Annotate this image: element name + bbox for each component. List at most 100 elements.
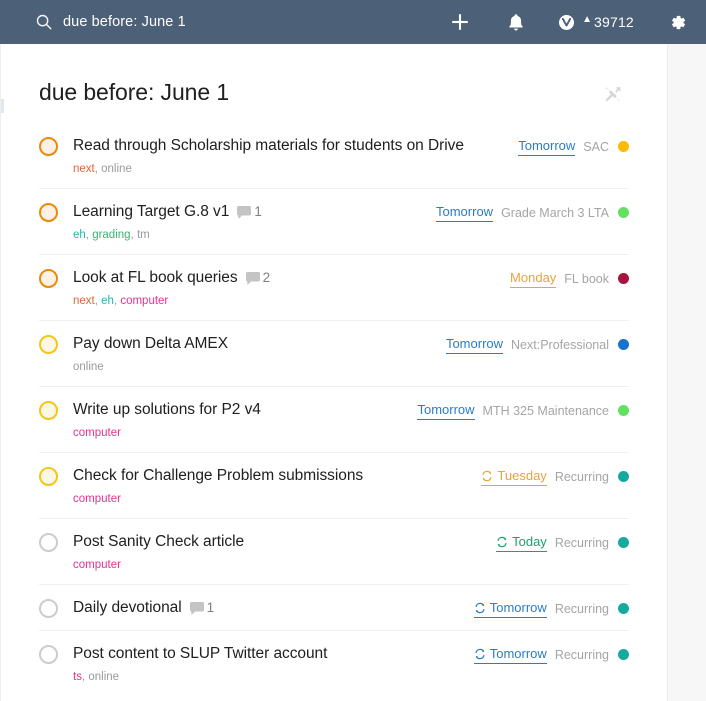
task-meta: Tomorrow Recurring (473, 599, 629, 618)
search-container[interactable] (36, 0, 363, 44)
task-row[interactable]: Learning Target G.8 v1 1 eh, grading, tm To… (39, 189, 629, 255)
task-project[interactable]: FL book (564, 272, 609, 286)
task-title[interactable]: Daily devotional (73, 598, 182, 618)
task-comments[interactable]: 1 (237, 205, 262, 219)
task-title[interactable]: Check for Challenge Problem submissions (73, 466, 363, 486)
karma-up-arrow: ▲ (582, 14, 592, 25)
task-body: Post Sanity Check article computer (58, 532, 496, 572)
task-due-date[interactable]: Tomorrow (473, 645, 547, 664)
task-project[interactable]: Grade March 3 LTA (501, 206, 609, 220)
task-row[interactable]: Look at FL book queries 2 next, eh, comput… (39, 255, 629, 321)
task-due-date[interactable]: Monday (510, 269, 557, 288)
task-label[interactable]: tm (137, 229, 150, 241)
task-due-date[interactable]: Tomorrow (518, 137, 576, 156)
task-due-date[interactable]: Tomorrow (417, 401, 475, 420)
task-label[interactable]: ts (73, 671, 82, 683)
task-meta: Tomorrow SAC (518, 137, 629, 156)
task-checkbox[interactable] (39, 599, 58, 618)
due-date-text: Tomorrow (417, 402, 475, 417)
scroll-indicator[interactable] (1, 99, 4, 113)
notifications-button[interactable] (488, 0, 544, 44)
due-date-text: Monday (510, 270, 557, 285)
task-checkbox[interactable] (39, 467, 58, 486)
comment-icon (245, 271, 260, 285)
task-title[interactable]: Read through Scholarship materials for s… (73, 136, 464, 156)
task-comments[interactable]: 1 (189, 600, 215, 616)
task-row[interactable]: Post content to SLUP Twitter account ts, … (39, 631, 629, 696)
task-title-row: Pay down Delta AMEX (73, 334, 436, 354)
project-color-dot (618, 339, 629, 350)
task-row[interactable]: Daily devotional 1 Tomorrow Recurring (39, 585, 629, 631)
task-due-date[interactable]: Tomorrow (436, 203, 494, 222)
task-title-row: Write up solutions for P2 v4 (73, 400, 407, 420)
karma-points: 39712 (593, 14, 634, 30)
task-project[interactable]: MTH 325 Maintenance (483, 404, 609, 418)
task-row[interactable]: Post Sanity Check article computer Today Re… (39, 519, 629, 585)
karma-icon (559, 14, 575, 30)
task-checkbox[interactable] (39, 269, 58, 288)
task-checkbox[interactable] (39, 203, 58, 222)
task-labels: computer (73, 492, 471, 506)
project-color-dot (618, 649, 629, 660)
task-comments[interactable]: 2 (245, 271, 270, 285)
task-title[interactable]: Pay down Delta AMEX (73, 334, 228, 354)
task-title[interactable]: Write up solutions for P2 v4 (73, 400, 261, 420)
task-checkbox[interactable] (39, 137, 58, 156)
task-row[interactable]: Read through Scholarship materials for s… (39, 123, 629, 189)
settings-button[interactable] (648, 0, 706, 44)
task-label[interactable]: next (73, 295, 95, 307)
task-checkbox[interactable] (39, 401, 58, 420)
task-project[interactable]: Recurring (555, 602, 609, 616)
task-project[interactable]: Recurring (555, 536, 609, 550)
task-due-date[interactable]: Today (496, 533, 547, 552)
content: due before: June 1 Read through Scholars… (1, 44, 667, 696)
task-project[interactable]: Recurring (555, 470, 609, 484)
recurring-icon (497, 536, 507, 547)
task-row[interactable]: Check for Challenge Problem submissions c… (39, 453, 629, 519)
task-checkbox[interactable] (39, 645, 58, 664)
task-project[interactable]: Recurring (555, 648, 609, 662)
due-date-text: Tomorrow (489, 646, 547, 661)
task-label[interactable]: eh (101, 295, 114, 307)
task-label[interactable]: online (88, 671, 119, 683)
karma-button[interactable]: ▲ 39712 (544, 0, 648, 44)
project-color-dot (618, 537, 629, 548)
content-panel: due before: June 1 Read through Scholars… (0, 44, 668, 701)
task-row[interactable]: Write up solutions for P2 v4 computer Tomo… (39, 387, 629, 453)
task-title[interactable]: Post Sanity Check article (73, 532, 244, 552)
due-date-text: Today (512, 534, 547, 549)
task-label[interactable]: computer (73, 493, 121, 505)
task-title[interactable]: Post content to SLUP Twitter account (73, 644, 327, 664)
task-title[interactable]: Learning Target G.8 v1 (73, 202, 229, 222)
task-checkbox[interactable] (39, 335, 58, 354)
task-label[interactable]: computer (120, 295, 168, 307)
task-label[interactable]: online (101, 163, 132, 175)
due-date-text: Tomorrow (436, 204, 494, 219)
task-checkbox[interactable] (39, 533, 58, 552)
task-due-date[interactable]: Tuesday (481, 467, 547, 486)
plus-icon (452, 14, 468, 30)
bell-icon (509, 13, 523, 30)
task-list: Read through Scholarship materials for s… (39, 123, 629, 696)
due-date-text: Tomorrow (445, 336, 504, 351)
task-labels: online (73, 360, 436, 374)
task-due-date[interactable]: Tomorrow (445, 335, 504, 354)
task-label[interactable]: eh (73, 229, 86, 241)
task-body: Read through Scholarship materials for s… (58, 136, 518, 176)
task-label[interactable]: computer (73, 559, 121, 571)
task-project[interactable]: Next:Professional (511, 338, 609, 352)
task-label[interactable]: next (73, 163, 95, 175)
add-task-button[interactable] (432, 0, 488, 44)
tools-icon[interactable] (603, 84, 623, 104)
task-label[interactable]: grading (92, 229, 130, 241)
task-labels: next, eh, computer (73, 294, 500, 308)
task-due-date[interactable]: Tomorrow (473, 599, 547, 618)
task-project[interactable]: SAC (583, 140, 609, 154)
task-meta: Monday FL book (510, 269, 629, 288)
task-label[interactable]: online (73, 361, 104, 373)
search-input[interactable] (63, 14, 363, 30)
comment-count: 1 (206, 600, 215, 616)
task-row[interactable]: Pay down Delta AMEX online Tomorrow Next:Pr… (39, 321, 629, 387)
task-label[interactable]: computer (73, 427, 121, 439)
task-title[interactable]: Look at FL book queries (73, 268, 238, 288)
